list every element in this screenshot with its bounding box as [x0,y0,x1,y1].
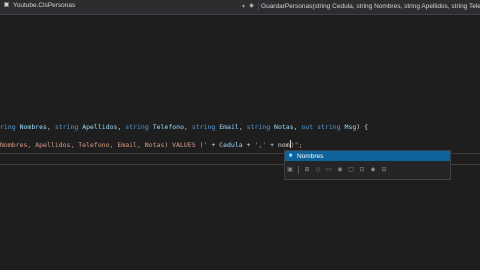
completion-item-nombres[interactable]: ■ Nombres [285,151,450,161]
member-combo[interactable]: ▾ ◈ GuardarPersonas(string Cedula, strin… [242,2,480,11]
chevron-down-icon[interactable]: ▾ [242,3,245,10]
class-filter-icon[interactable]: ⊞ [304,167,310,173]
field-icon: ■ [288,152,293,159]
field-filter-icon[interactable]: ⊟ [381,167,387,173]
code-editor[interactable]: ring Nombres, string Apellidos, string T… [0,15,480,270]
method-filter-icon[interactable]: ⊡ [359,167,365,173]
method-icon: ◈ [249,3,254,9]
project-label: Youtube.ClsPersonas [13,2,76,9]
struct-filter-icon[interactable]: ◇ [315,167,321,173]
interface-filter-icon[interactable]: ▭ [326,167,332,173]
intellisense-popup: ■ Nombres ▣ ⊞ ◇ ▭ ◉ ▢ ⊡ ◆ ⊟ [284,150,451,180]
completion-filter-bar: ▣ ⊞ ◇ ▭ ◉ ▢ ⊡ ◆ ⊟ [285,164,450,176]
filter-separator [298,166,299,174]
code-line-insert: Nombres, Apellidos, Telefono, Email, Not… [0,140,303,149]
property-filter-icon[interactable]: ◆ [370,167,376,173]
typed-text: nom [277,141,290,149]
enum-filter-icon[interactable]: ◉ [337,167,343,173]
code-line-signature: ring Nombres, string Apellidos, string T… [0,123,369,131]
project-combo[interactable]: ▣ Youtube.ClsPersonas [3,2,76,9]
delegate-filter-icon[interactable]: ▢ [348,167,354,173]
completion-item-label: Nombres [297,152,324,160]
member-label: GuardarPersonas(string Cedula, string No… [258,2,480,11]
namespace-filter-icon[interactable]: ▣ [287,167,293,173]
csharp-project-icon: ▣ [3,2,10,8]
navigation-bar: ▣ Youtube.ClsPersonas ▾ ◈ GuardarPersona… [0,0,480,15]
